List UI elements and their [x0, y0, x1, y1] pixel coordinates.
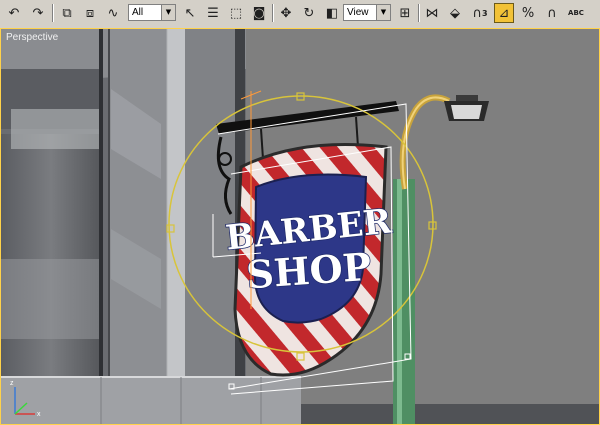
- snaps-3d-icon[interactable]: ∩ 3: [470, 3, 490, 23]
- main-toolbar: ↶ ↷ ⧉ ⧈ ∿ All ▼ ↖ ☰ ⬚ ◙ ✥ ↻ ◧ View ▼ ⊞ ⋈…: [0, 0, 600, 29]
- link-icon[interactable]: ⧉: [57, 3, 77, 23]
- percent-snap-icon[interactable]: %: [518, 3, 538, 23]
- select-icon[interactable]: ↖: [180, 3, 200, 23]
- window-crossing-icon[interactable]: ◙: [249, 3, 269, 23]
- spinner-snap-icon[interactable]: ABC: [566, 3, 586, 23]
- pivot-icon[interactable]: ⊞: [395, 3, 415, 23]
- angle-snap-icon[interactable]: ⊿: [494, 3, 514, 23]
- snap-dimension-label: 3: [481, 8, 488, 18]
- unlink-icon[interactable]: ⧈: [80, 3, 100, 23]
- svg-text:x: x: [37, 411, 41, 418]
- move-icon[interactable]: ✥: [276, 3, 296, 23]
- toolbar-separator: [272, 4, 274, 22]
- scene-render: BARBER SHOP z x: [1, 29, 599, 424]
- redo-icon[interactable]: ↷: [28, 3, 48, 23]
- svg-text:z: z: [10, 380, 14, 387]
- selection-filter-value: All: [132, 7, 144, 18]
- select-by-name-icon[interactable]: ☰: [203, 3, 223, 23]
- spinner-snap-label: ABC: [568, 9, 584, 17]
- building: [1, 29, 246, 424]
- chevron-down-icon[interactable]: ▼: [376, 5, 390, 20]
- toolbar-separator: [418, 4, 420, 22]
- align-icon[interactable]: ⬙: [445, 3, 465, 23]
- sign-text-line2: SHOP: [245, 244, 373, 298]
- magnet-icon[interactable]: ∩: [542, 3, 562, 23]
- coord-system-dropdown[interactable]: View ▼: [343, 4, 391, 21]
- perspective-viewport[interactable]: Perspective BARBER SHOP z x: [0, 28, 600, 425]
- rect-region-icon[interactable]: ⬚: [226, 3, 246, 23]
- chevron-down-icon[interactable]: ▼: [161, 5, 175, 20]
- viewport-label[interactable]: Perspective: [6, 32, 58, 43]
- percent-snap-label: %: [521, 5, 535, 21]
- bind-space-warp-icon[interactable]: ∿: [103, 3, 123, 23]
- coord-system-value: View: [347, 7, 369, 18]
- scale-icon[interactable]: ◧: [322, 3, 342, 23]
- selection-filter-dropdown[interactable]: All ▼: [128, 4, 176, 21]
- mirror-icon[interactable]: ⋈: [422, 3, 442, 23]
- undo-icon[interactable]: ↶: [4, 3, 24, 23]
- rotate-icon[interactable]: ↻: [299, 3, 319, 23]
- toolbar-separator: [52, 4, 54, 22]
